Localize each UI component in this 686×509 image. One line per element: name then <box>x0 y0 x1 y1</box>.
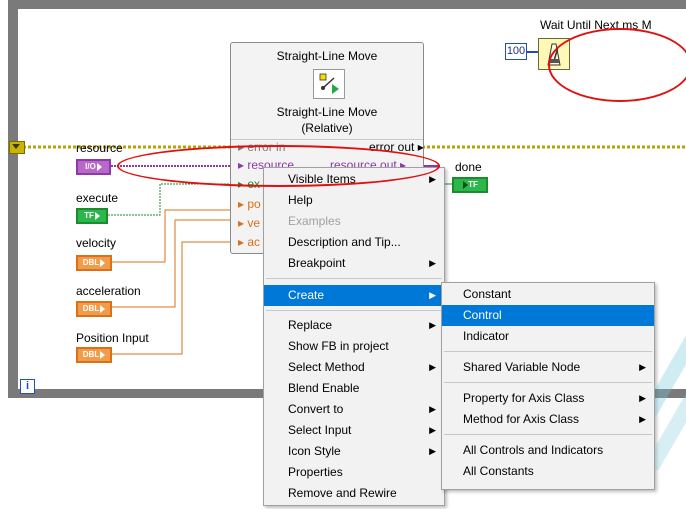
execute-control[interactable]: TF <box>76 208 108 224</box>
done-indicator[interactable]: TF <box>452 177 488 193</box>
terminal-velocity-label: ve <box>247 216 261 230</box>
node-subtitle-line2: (Relative) <box>301 121 353 135</box>
menu-label: Remove and Rewire <box>288 486 397 500</box>
menu-separator <box>444 382 652 383</box>
menu-label: Blend Enable <box>288 381 360 395</box>
resource-type: I/O <box>85 162 96 171</box>
menu-label: Description and Tip... <box>288 235 401 249</box>
submenu-item-control[interactable]: Control <box>442 305 654 326</box>
menu-label: All Controls and Indicators <box>463 443 604 457</box>
menu-label: Help <box>288 193 313 207</box>
execute-type: TF <box>84 211 94 220</box>
terminal-acceleration-label: ac <box>247 235 261 249</box>
menu-item-show-fb-in-project[interactable]: Show FB in project <box>264 336 444 357</box>
menu-label: Indicator <box>463 329 510 343</box>
menu-label: Method for Axis Class <box>463 412 580 426</box>
menu-item-help[interactable]: Help <box>264 190 444 211</box>
annotation-ellipse-wait <box>548 28 686 102</box>
done-label: done <box>455 160 482 174</box>
menu-label: Constant <box>463 287 512 301</box>
velocity-type: DBL <box>82 258 100 267</box>
submenu-item-property-for-axis-class[interactable]: Property for Axis Class ▶ <box>442 388 654 409</box>
menu-item-create[interactable]: Create ▶ <box>264 285 444 306</box>
acceleration-label: acceleration <box>76 284 141 298</box>
menu-separator <box>266 310 442 311</box>
submenu-arrow-icon: ▶ <box>429 362 436 372</box>
menu-item-examples[interactable]: Examples <box>264 211 444 232</box>
submenu-arrow-icon: ▶ <box>429 425 436 435</box>
menu-item-properties[interactable]: Properties <box>264 462 444 483</box>
submenu-arrow-icon: ▶ <box>429 290 436 300</box>
position-input-label: Position Input <box>76 331 149 345</box>
submenu-item-constant[interactable]: Constant <box>442 284 654 305</box>
node-title: Straight-Line Move <box>276 49 378 63</box>
submenu-item-shared-variable-node[interactable]: Shared Variable Node ▶ <box>442 357 654 378</box>
menu-item-breakpoint[interactable]: Breakpoint ▶ <box>264 253 444 274</box>
menu-label: All Constants <box>463 464 534 478</box>
menu-separator <box>266 278 442 279</box>
submenu-arrow-icon: ▶ <box>429 258 436 268</box>
menu-label: Replace <box>288 318 333 332</box>
acceleration-control[interactable]: DBL <box>76 301 112 317</box>
menu-item-icon-style[interactable]: Icon Style ▶ <box>264 441 444 462</box>
menu-item-remove-and-rewire[interactable]: Remove and Rewire <box>264 483 444 504</box>
menu-label: Shared Variable Node <box>463 360 581 374</box>
menu-separator <box>444 434 652 435</box>
submenu-arrow-icon: ▶ <box>639 414 646 424</box>
menu-label: Create <box>288 288 325 302</box>
menu-item-convert-to[interactable]: Convert to ▶ <box>264 399 444 420</box>
menu-label: Breakpoint <box>288 256 346 270</box>
position-input-control[interactable]: DBL <box>76 347 112 363</box>
menu-label: Properties <box>288 465 343 479</box>
menu-label: Property for Axis Class <box>463 391 585 405</box>
node-subtitle-line1: Straight-Line Move <box>276 105 378 119</box>
menu-item-blend-enable[interactable]: Blend Enable <box>264 378 444 399</box>
tunnel-arrow-icon <box>12 144 20 149</box>
resource-label: resource <box>76 141 123 155</box>
menu-label: Examples <box>288 214 341 228</box>
resource-control[interactable]: I/O <box>76 159 111 175</box>
create-submenu: Constant Control Indicator Shared Variab… <box>441 282 655 490</box>
menu-item-description-and-tip[interactable]: Description and Tip... <box>264 232 444 253</box>
velocity-label: velocity <box>76 236 117 250</box>
position-input-type: DBL <box>82 350 100 359</box>
terminal-velocity[interactable]: ▸ ve <box>238 216 260 230</box>
submenu-arrow-icon: ▶ <box>639 393 646 403</box>
menu-item-replace[interactable]: Replace ▶ <box>264 315 444 336</box>
submenu-item-all-constants[interactable]: All Constants <box>442 461 654 482</box>
annotation-ellipse-wire <box>117 145 440 187</box>
menu-label: Convert to <box>288 402 344 416</box>
menu-label: Icon Style <box>288 444 341 458</box>
menu-label: Select Method <box>288 360 365 374</box>
submenu-arrow-icon: ▶ <box>639 362 646 372</box>
submenu-item-method-for-axis-class[interactable]: Method for Axis Class ▶ <box>442 409 654 430</box>
context-menu: Visible Items ▶ Help Examples Description… <box>263 167 445 506</box>
straight-line-move-icon <box>313 69 345 99</box>
ms-constant[interactable]: 100 <box>505 43 527 60</box>
velocity-control[interactable]: DBL <box>76 255 112 271</box>
terminal-acceleration[interactable]: ▸ ac <box>238 235 260 249</box>
menu-label: Select Input <box>288 423 352 437</box>
menu-label: Show FB in project <box>288 339 389 353</box>
menu-separator <box>444 351 652 352</box>
execute-label: execute <box>76 191 119 205</box>
submenu-item-indicator[interactable]: Indicator <box>442 326 654 347</box>
iteration-terminal[interactable]: i <box>20 379 35 394</box>
submenu-arrow-icon: ▶ <box>429 404 436 414</box>
submenu-arrow-icon: ▶ <box>429 446 436 456</box>
menu-label: Control <box>463 308 502 322</box>
menu-item-select-method[interactable]: Select Method ▶ <box>264 357 444 378</box>
done-type: TF <box>468 180 478 189</box>
menu-item-select-input[interactable]: Select Input ▶ <box>264 420 444 441</box>
terminal-position-label: po <box>247 197 261 211</box>
submenu-arrow-icon: ▶ <box>429 320 436 330</box>
acceleration-type: DBL <box>82 304 100 313</box>
terminal-position[interactable]: ▸ po <box>238 197 261 211</box>
background-decoration <box>655 330 686 470</box>
submenu-item-all-controls-and-indicators[interactable]: All Controls and Indicators <box>442 440 654 461</box>
